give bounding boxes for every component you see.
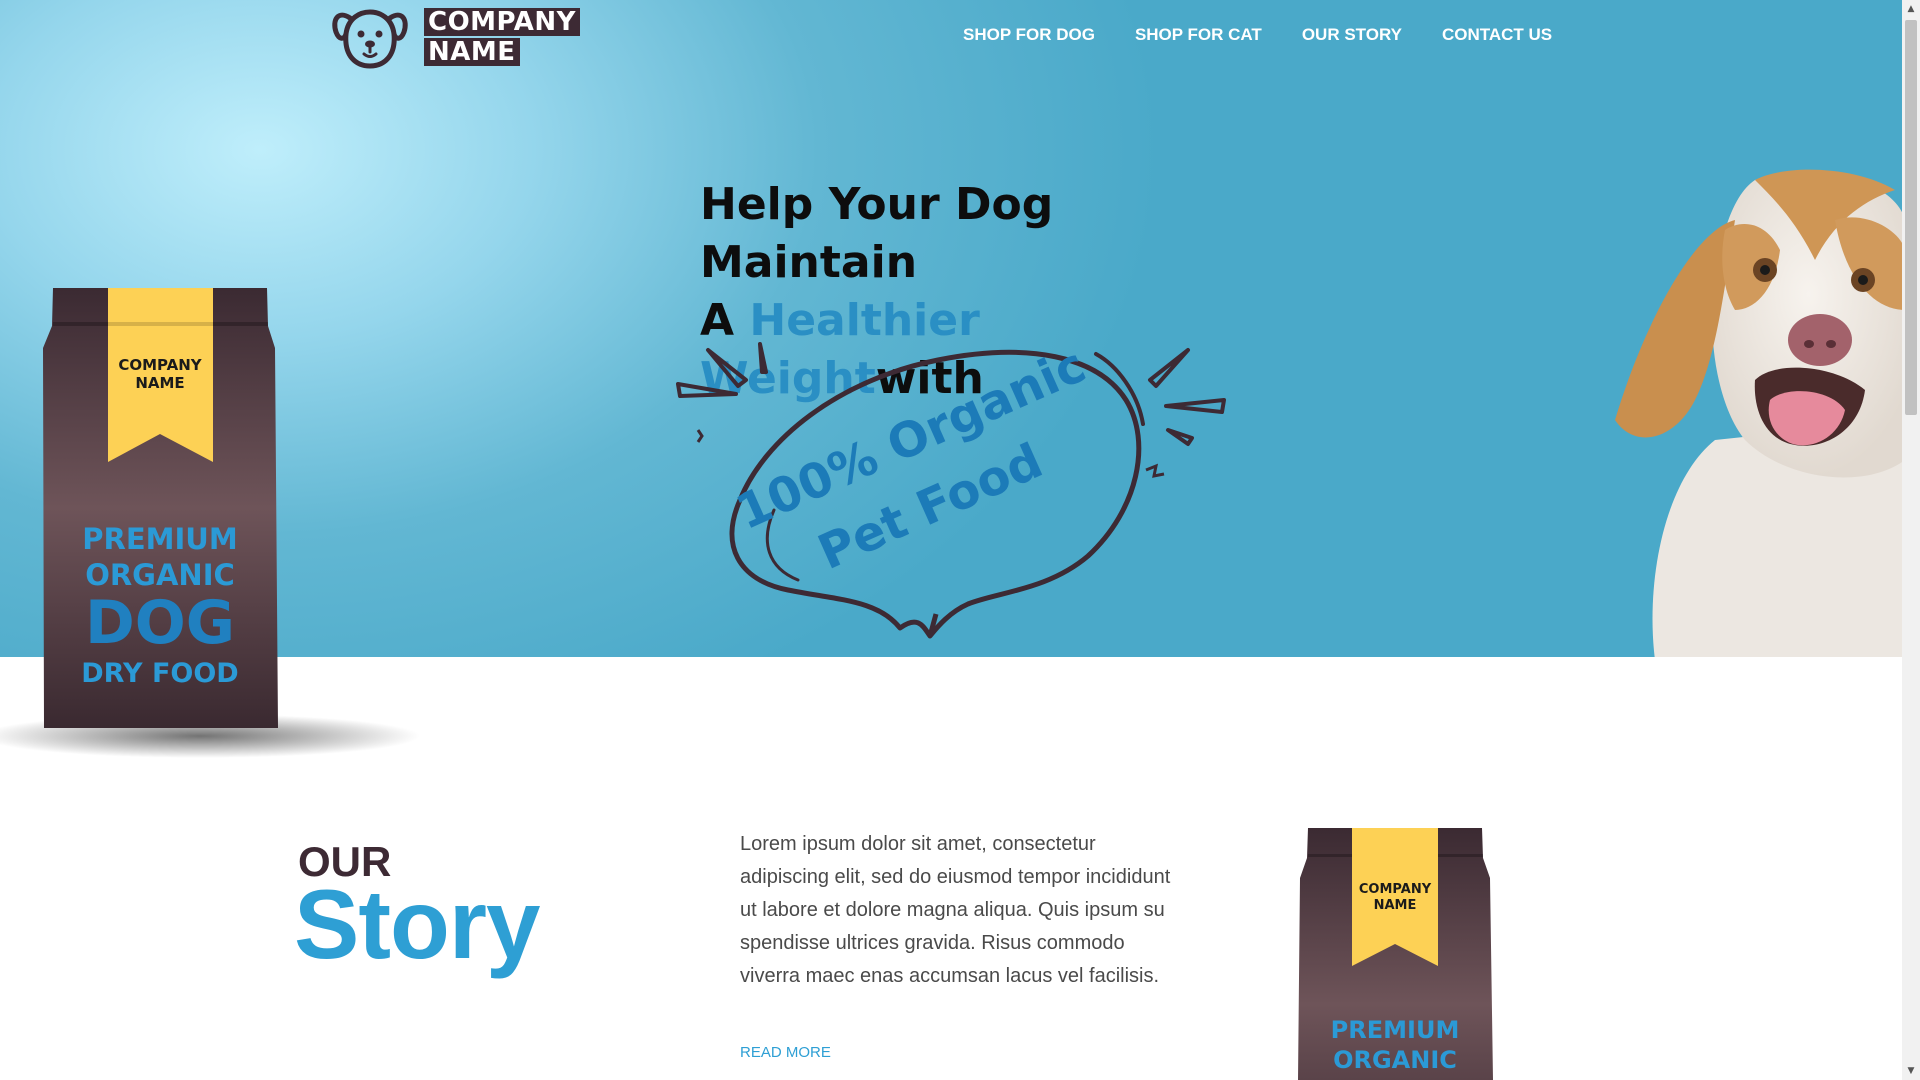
nav-shop-for-cat[interactable]: SHOP FOR CAT — [1135, 25, 1262, 45]
bag-small-line1: PREMIUM — [1330, 1016, 1460, 1044]
dog-food-bag-large[interactable]: COMPANY NAME PREMIUM ORGANIC DOG DRY FOO… — [0, 288, 420, 763]
dog-photo — [1615, 169, 1902, 657]
bag-small-brand-line1: COMPANY — [1358, 882, 1432, 897]
bag-small-brand-line2: NAME — [1373, 898, 1417, 913]
dog-food-bag-small[interactable]: COMPANY NAME PREMIUM ORGANIC — [1290, 826, 1510, 1080]
bag-small-line2: ORGANIC — [1333, 1046, 1457, 1074]
arrow-up-icon[interactable]: ▲ — [1902, 0, 1920, 18]
bag-small-brand: COMPANY NAME — [1290, 882, 1500, 914]
arrow-down-icon[interactable]: ▼ — [1902, 1062, 1920, 1080]
story-heading-big: Story — [294, 869, 541, 979]
bag-large-brand: COMPANY NAME — [0, 356, 320, 392]
read-more-link[interactable]: READ MORE — [740, 1044, 831, 1061]
bag-large-line3: DOG — [84, 588, 236, 658]
brand-logo[interactable]: COMPANY NAME — [330, 4, 580, 70]
dog-face-icon — [332, 9, 408, 69]
brand-name: COMPANY NAME — [424, 8, 580, 66]
brand-name-line2: NAME — [424, 38, 520, 66]
speech-bubble: 100% Organic Pet Food — [676, 337, 1226, 639]
bag-large-line2: ORGANIC — [85, 558, 235, 592]
nav-our-story[interactable]: OUR STORY — [1302, 25, 1402, 45]
scrollbar-thumb[interactable] — [1905, 20, 1917, 415]
bag-large-brand-line2: NAME — [135, 374, 185, 392]
page-scrollbar[interactable]: ▲ ▼ — [1902, 0, 1920, 1080]
nav-contact-us[interactable]: CONTACT US — [1442, 25, 1552, 45]
brand-name-line1: COMPANY — [424, 8, 580, 36]
bag-large-line4: DRY FOOD — [81, 658, 239, 689]
headline-line1: Help Your Dog Maintain — [700, 179, 1054, 288]
bag-large-line1: PREMIUM — [82, 522, 238, 556]
bag-large-brand-line1: COMPANY — [118, 356, 202, 374]
main-nav: SHOP FOR DOG SHOP FOR CAT OUR STORY CONT… — [963, 25, 1592, 45]
story-body: Lorem ipsum dolor sit amet, consectetur … — [740, 833, 1171, 987]
nav-shop-for-dog[interactable]: SHOP FOR DOG — [963, 25, 1095, 45]
